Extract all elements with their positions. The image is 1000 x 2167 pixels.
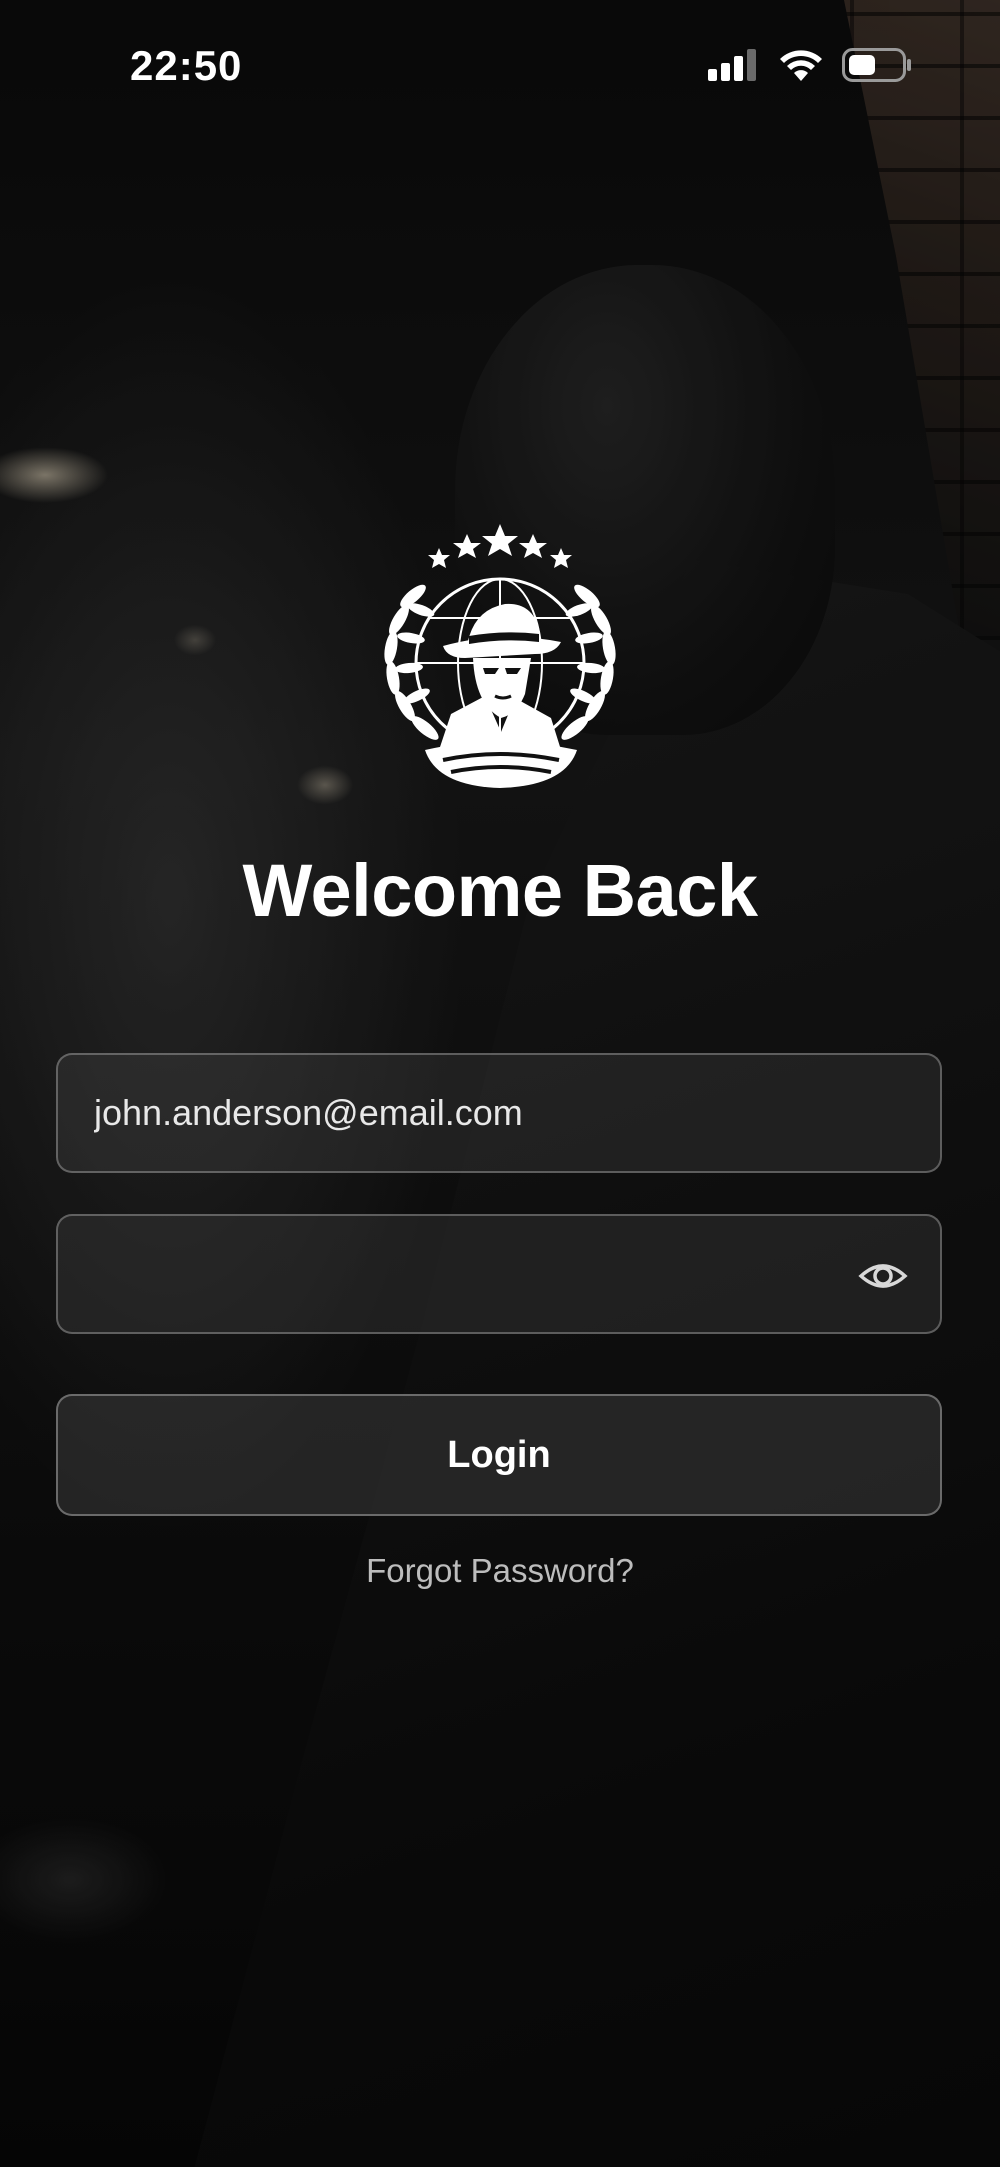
password-field[interactable] [56, 1214, 942, 1334]
detective-emblem-logo [384, 524, 616, 788]
email-input[interactable] [94, 1055, 834, 1171]
status-icons [708, 48, 912, 82]
email-field[interactable] [56, 1053, 942, 1173]
login-screen: 22:50 Welcome Back john.anderson@email.c… [0, 0, 1000, 2167]
eye-icon[interactable] [858, 1254, 908, 1298]
status-time: 22:50 [130, 42, 243, 89]
cellular-signal-icon [708, 49, 756, 81]
login-button[interactable]: Login [56, 1394, 942, 1516]
forgot-password-link[interactable]: Forgot Password? [0, 1552, 1000, 1590]
status-bar: 22:50 [0, 0, 1000, 130]
wifi-icon [780, 50, 822, 81]
battery-icon [842, 48, 911, 82]
password-input[interactable] [94, 1216, 834, 1332]
page-title: Welcome Back [242, 849, 759, 932]
